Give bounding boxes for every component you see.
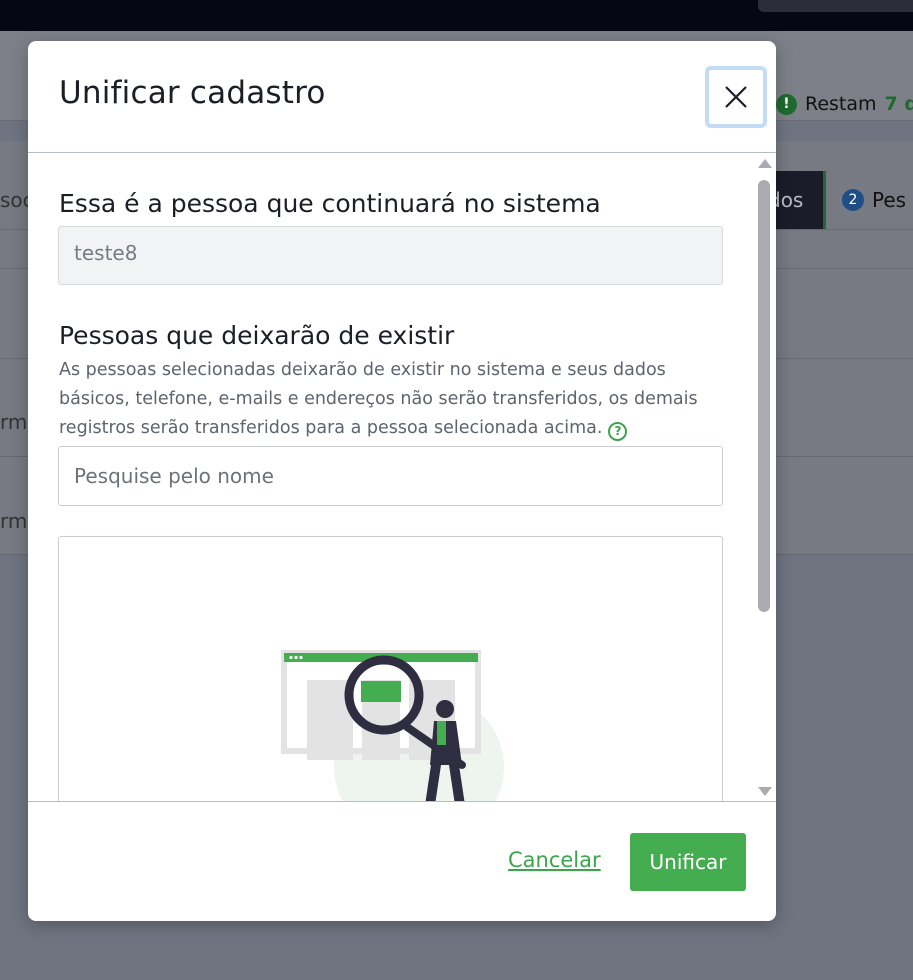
search-results-panel xyxy=(58,536,723,801)
tab-number-badge: 2 xyxy=(842,189,864,211)
top-navbar xyxy=(0,0,913,31)
background-tab-active: dos xyxy=(768,171,825,229)
remaining-label: Restam xyxy=(805,93,877,115)
keep-person-label: Essa é a pessoa que continuará no sistem… xyxy=(59,189,601,218)
close-button[interactable] xyxy=(705,66,767,128)
scroll-up-arrow-icon[interactable] xyxy=(758,159,772,168)
remaining-count: 7 d xyxy=(884,93,913,115)
scrollbar-thumb[interactable] xyxy=(758,180,770,612)
tab-accent-bar xyxy=(823,171,826,229)
background-text-fragment: rm xyxy=(0,410,28,434)
close-icon xyxy=(725,86,747,108)
search-illustration xyxy=(281,650,504,801)
navbar-pill xyxy=(758,0,913,12)
background-tab-2-label: Pes xyxy=(872,188,907,212)
search-input[interactable] xyxy=(58,446,723,506)
scroll-down-arrow-icon[interactable] xyxy=(758,787,772,796)
warning-icon: ! xyxy=(776,93,797,115)
remaining-indicator: ! Restam 7 d xyxy=(776,93,913,115)
hint-text: As pessoas selecionadas deixarão de exis… xyxy=(59,360,698,438)
kept-person-field: teste8 xyxy=(58,226,723,285)
modal-footer: Cancelar Unificar xyxy=(28,801,776,921)
scrollbar[interactable] xyxy=(755,154,775,801)
merge-button[interactable]: Unificar xyxy=(630,833,746,891)
cancel-button[interactable]: Cancelar xyxy=(508,848,601,872)
removed-people-label: Pessoas que deixarão de existir xyxy=(59,321,455,350)
background-tab-2: 2 Pes xyxy=(842,188,906,212)
removed-people-hint: As pessoas selecionadas deixarão de exis… xyxy=(59,356,729,443)
merge-records-modal: Unificar cadastro Essa é a pessoa que co… xyxy=(28,41,776,921)
question-circle-icon[interactable]: ? xyxy=(608,422,628,441)
modal-header: Unificar cadastro xyxy=(28,41,776,153)
modal-title: Unificar cadastro xyxy=(59,75,326,111)
modal-body[interactable]: Essa é a pessoa que continuará no sistem… xyxy=(28,154,776,801)
background-text-fragment: rm xyxy=(0,509,28,533)
